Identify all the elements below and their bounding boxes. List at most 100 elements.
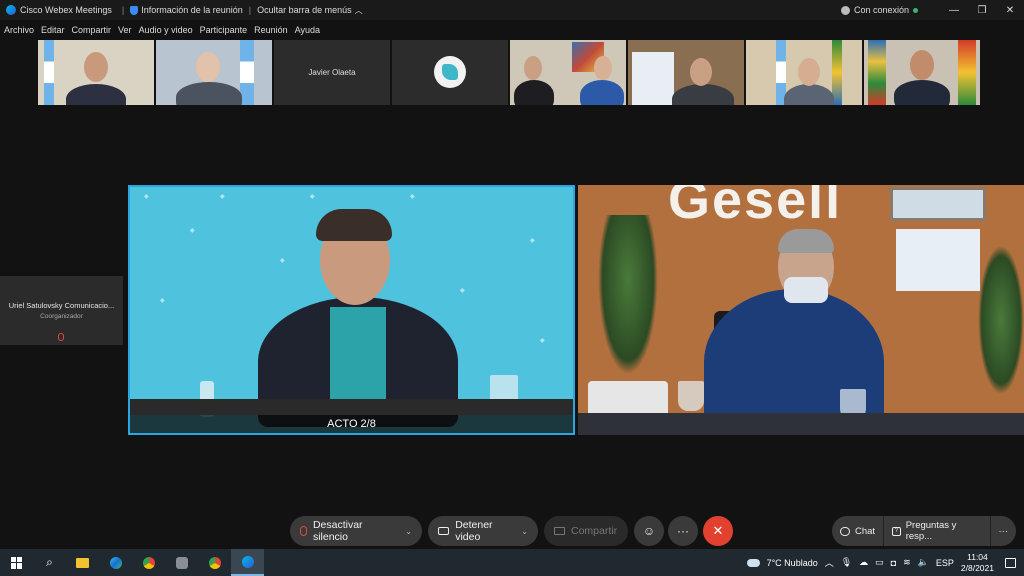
banner-image	[632, 52, 674, 105]
face-mask	[784, 277, 828, 303]
speaker-hair	[316, 209, 392, 241]
panel-more-button[interactable]: ···	[991, 516, 1017, 546]
window-controls: Con conexión — ❐ ✕	[840, 0, 1024, 20]
wall-drawing	[896, 229, 980, 291]
participant-thumbnail[interactable]	[156, 40, 272, 105]
menu-compartir[interactable]: Compartir	[72, 25, 112, 35]
connection-status[interactable]: Con conexión	[840, 5, 918, 15]
file-explorer-icon[interactable]	[66, 549, 99, 576]
side-participant-tile[interactable]: Uriel Satulovsky Comunicacio... Coorgani…	[0, 276, 123, 345]
muted-mic-icon	[58, 333, 64, 341]
more-options-button[interactable]: ···	[668, 516, 698, 546]
participant-figure	[672, 84, 734, 105]
participant-avatar	[434, 56, 466, 88]
menu-ayuda[interactable]: Ayuda	[295, 25, 320, 35]
volume-icon[interactable]: 🔈	[918, 557, 929, 568]
connection-label: Con conexión	[853, 5, 909, 15]
participant-thumbnail[interactable]	[38, 40, 154, 105]
menu-reunion[interactable]: Reunión	[254, 25, 288, 35]
chrome-profile-icon[interactable]	[198, 549, 231, 576]
panel-buttons: Chat ? Preguntas y resp... ···	[832, 516, 1016, 546]
remote-participant-video[interactable]: Gesell	[578, 185, 1024, 435]
menu-editar[interactable]: Editar	[41, 25, 65, 35]
participant-thumbnail[interactable]	[864, 40, 980, 105]
participant-thumbnail[interactable]	[510, 40, 626, 105]
backdrop-watermark: ◆	[160, 298, 165, 304]
desk	[130, 399, 573, 415]
restore-button[interactable]: ❐	[968, 0, 996, 20]
side-participant-role: Coorganizador	[40, 313, 83, 320]
participant-thumbnail[interactable]: Javier Olaeta	[274, 40, 390, 105]
flag-image	[958, 40, 976, 105]
chevron-up-icon[interactable]: ︿	[825, 556, 834, 569]
flag-image	[44, 40, 54, 105]
chat-button[interactable]: Chat	[832, 516, 883, 546]
video-caption: ACTO 2/8	[130, 415, 573, 433]
qa-button[interactable]: ? Preguntas y resp...	[884, 516, 990, 546]
menu-ver[interactable]: Ver	[118, 25, 132, 35]
windows-logo-icon	[10, 556, 23, 569]
wifi-icon[interactable]: ≋	[903, 557, 911, 568]
stop-video-label: Detener video	[455, 519, 493, 543]
meeting-info-button[interactable]: Información de la reunión	[130, 5, 243, 15]
chevron-down-icon[interactable]: ⌄	[521, 527, 528, 536]
backdrop-watermark: ◆	[280, 258, 285, 264]
menu-archivo[interactable]: Archivo	[4, 25, 34, 35]
menu-participante[interactable]: Participante	[200, 25, 248, 35]
participant-thumbnail[interactable]	[628, 40, 744, 105]
app-title-area: Cisco Webex Meetings |	[0, 5, 130, 15]
weather-label[interactable]: 7°C Nublado	[767, 558, 818, 568]
backdrop-watermark: ◆	[310, 194, 315, 200]
share-label: Compartir	[571, 525, 618, 537]
participant-figure	[784, 84, 834, 105]
search-icon[interactable]: ⌕	[33, 549, 66, 576]
title-separator: |	[121, 5, 125, 15]
leave-meeting-button[interactable]: ✕	[703, 516, 733, 546]
unmute-button[interactable]: Desactivar silencio ⌄	[290, 516, 422, 546]
share-screen-icon	[554, 527, 565, 535]
chrome-browser-icon[interactable]	[132, 549, 165, 576]
speaker-sweater	[330, 307, 386, 407]
participant-thumbnail[interactable]	[746, 40, 862, 105]
plant-right	[978, 245, 1024, 395]
close-button[interactable]: ✕	[996, 0, 1024, 20]
menu-audio-video[interactable]: Audio y video	[139, 25, 193, 35]
reactions-button[interactable]: ☺	[634, 516, 664, 546]
cloud-icon[interactable]: ☁	[859, 557, 868, 568]
participant-head	[798, 58, 820, 86]
backdrop-watermark: ◆	[410, 194, 415, 200]
shield-icon	[130, 5, 139, 15]
system-tray: 7°C Nublado ︿ 🎙 ☁ ▭ ◘ ≋ 🔈 ESP 11:04 2/8/…	[746, 549, 1024, 576]
meeting-info-label: Información de la reunión	[141, 5, 243, 15]
connected-dot-icon	[913, 7, 918, 13]
chat-label: Chat	[855, 525, 876, 537]
share-button[interactable]: Compartir	[544, 516, 628, 546]
participant-figure	[176, 82, 242, 105]
hide-menu-button[interactable]: Ocultar barra de menús ︿	[257, 5, 363, 16]
notifications-icon[interactable]	[1005, 557, 1016, 568]
camera-tray-icon[interactable]: ◘	[891, 558, 896, 568]
qa-label: Preguntas y resp...	[905, 520, 957, 542]
webex-taskbar-icon[interactable]	[231, 549, 264, 576]
wall-sign-letters: Gesell	[668, 185, 843, 230]
clock-time: 11:04	[967, 551, 988, 562]
microphone-icon[interactable]: 🎙	[841, 557, 852, 568]
participant-thumbnail[interactable]	[392, 40, 508, 105]
webex-logo-icon	[6, 5, 16, 15]
battery-icon[interactable]: ▭	[875, 557, 884, 568]
clock-date: 2/8/2021	[960, 562, 994, 573]
hide-menu-label: Ocultar barra de menús	[257, 5, 352, 15]
language-indicator[interactable]: ESP	[936, 558, 954, 568]
minimize-button[interactable]: —	[940, 0, 968, 20]
app-icon[interactable]	[165, 549, 198, 576]
chevron-down-icon[interactable]: ⌄	[405, 527, 412, 536]
side-participant-name: Uriel Satulovsky Comunicacio...	[8, 301, 115, 310]
start-button[interactable]	[0, 549, 33, 576]
edge-browser-icon[interactable]	[99, 549, 132, 576]
weather-cloud-icon	[746, 558, 760, 567]
participant-head	[594, 56, 612, 80]
active-speaker-video[interactable]: ◆ ◆ ◆ ◆ ◆ ◆ ◆ ◆ ◆ ◆ ACTO 2/8	[128, 185, 575, 435]
clock[interactable]: 11:04 2/8/2021	[961, 552, 994, 574]
stop-video-button[interactable]: Detener video ⌄	[428, 516, 538, 546]
framed-picture	[890, 187, 986, 221]
